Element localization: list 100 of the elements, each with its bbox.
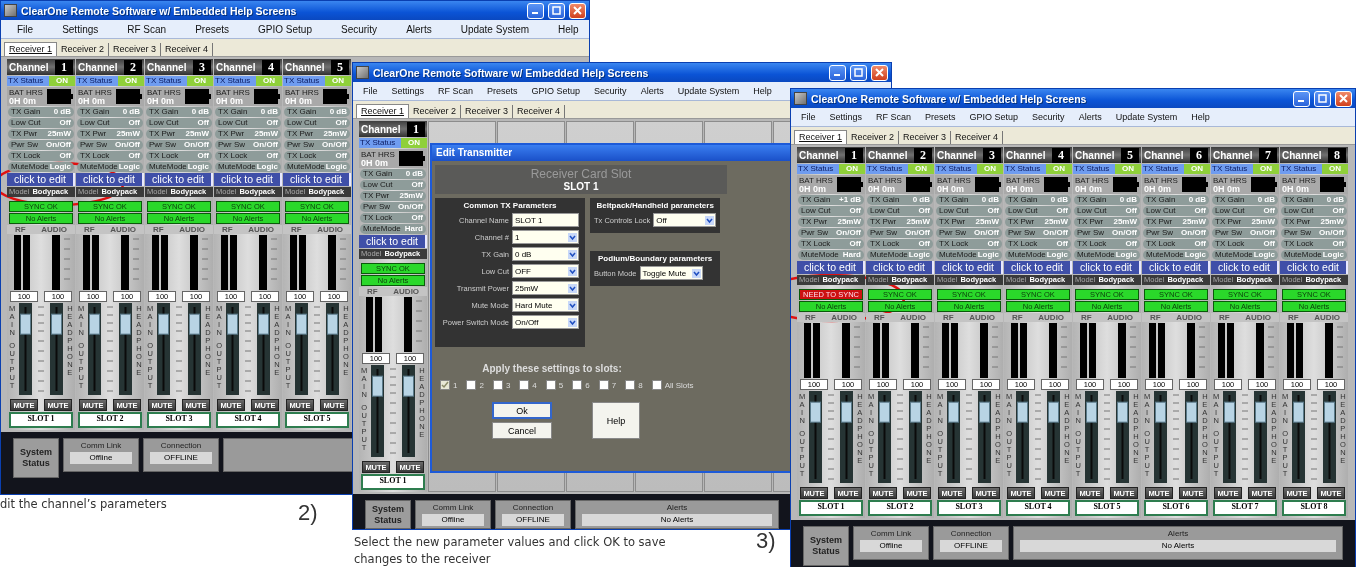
menu-item[interactable]: Security xyxy=(1032,112,1065,122)
fader-track[interactable] xyxy=(1291,391,1305,483)
fader-track[interactable] xyxy=(1047,391,1061,483)
fader-track[interactable] xyxy=(402,365,416,457)
fader-track[interactable] xyxy=(808,391,822,483)
dropdown-field[interactable]: 0 dB xyxy=(512,247,579,261)
menu-item[interactable]: Help xyxy=(1191,112,1210,122)
menu-item[interactable]: GPIO Setup xyxy=(969,112,1019,122)
tab[interactable]: Receiver 2 xyxy=(409,105,462,118)
tab[interactable]: Receiver 1 xyxy=(356,104,410,118)
dialog-button[interactable]: Cancel xyxy=(492,422,552,439)
menu-item[interactable]: Security xyxy=(341,23,378,35)
fader-thumb[interactable] xyxy=(1324,401,1336,423)
menu-item[interactable]: Presets xyxy=(195,23,230,35)
edit-button[interactable]: click to edit xyxy=(1280,261,1348,274)
help-button[interactable]: Help xyxy=(592,402,640,439)
tab[interactable]: Receiver 4 xyxy=(513,105,566,118)
checkbox[interactable] xyxy=(545,380,556,390)
fader-thumb[interactable] xyxy=(226,313,238,335)
fader-thumb[interactable] xyxy=(1016,401,1028,423)
fader-track[interactable] xyxy=(119,303,133,395)
edit-button[interactable]: click to edit xyxy=(283,173,351,186)
tab[interactable]: Receiver 1 xyxy=(794,130,848,144)
menu-item[interactable]: Security xyxy=(594,86,627,96)
fader-track[interactable] xyxy=(326,303,340,395)
fader-thumb[interactable] xyxy=(1223,401,1235,423)
edit-button[interactable]: click to edit xyxy=(1073,261,1141,274)
fader-thumb[interactable] xyxy=(1048,401,1060,423)
fader-track[interactable] xyxy=(1153,391,1167,483)
menu-item[interactable]: File xyxy=(17,23,34,35)
menu-item[interactable]: RF Scan xyxy=(127,23,167,35)
minimize-button[interactable] xyxy=(1293,90,1310,107)
fader-track[interactable] xyxy=(188,303,202,395)
dropdown-field[interactable]: 1 xyxy=(512,230,579,244)
menu-item[interactable]: Update System xyxy=(460,23,530,35)
fader-thumb[interactable] xyxy=(371,375,383,397)
fader-thumb[interactable] xyxy=(157,313,169,335)
fader-track[interactable] xyxy=(225,303,239,395)
fader-track[interactable] xyxy=(1015,391,1029,483)
fader-thumb[interactable] xyxy=(979,401,991,423)
menu-item[interactable]: Alerts xyxy=(1078,112,1102,122)
fader-thumb[interactable] xyxy=(51,313,63,335)
edit-button[interactable]: click to edit xyxy=(214,173,282,186)
fader-thumb[interactable] xyxy=(910,401,922,423)
fader-thumb[interactable] xyxy=(88,313,100,335)
fader-track[interactable] xyxy=(1254,391,1268,483)
fader-thumb[interactable] xyxy=(403,375,415,397)
fader-track[interactable] xyxy=(978,391,992,483)
fader-thumb[interactable] xyxy=(120,313,132,335)
menu-item[interactable]: Alerts xyxy=(640,86,664,96)
checkbox[interactable] xyxy=(466,380,477,390)
fader-thumb[interactable] xyxy=(19,313,31,335)
fader-track[interactable] xyxy=(294,303,308,395)
menu-item[interactable]: Settings xyxy=(829,112,863,122)
minimize-button[interactable] xyxy=(527,2,544,19)
fader-track[interactable] xyxy=(1116,391,1130,483)
fader-thumb[interactable] xyxy=(1255,401,1267,423)
checkbox[interactable] xyxy=(625,380,636,390)
menu-item[interactable]: File xyxy=(801,112,816,122)
fader-track[interactable] xyxy=(18,303,32,395)
checkbox[interactable] xyxy=(519,380,530,390)
edit-button[interactable]: click to edit xyxy=(866,261,934,274)
dropdown-field[interactable]: OFF xyxy=(512,264,579,278)
fader-track[interactable] xyxy=(877,391,891,483)
fader-thumb[interactable] xyxy=(878,401,890,423)
fader-track[interactable] xyxy=(1323,391,1337,483)
dropdown-field[interactable]: 25mW xyxy=(512,281,579,295)
menu-item[interactable]: Settings xyxy=(391,86,425,96)
dropdown-field[interactable]: Hard Mute xyxy=(512,298,579,312)
checkbox[interactable] xyxy=(572,380,583,390)
edit-button[interactable]: click to edit xyxy=(1142,261,1210,274)
fader-track[interactable] xyxy=(50,303,64,395)
minimize-button[interactable] xyxy=(829,64,846,81)
fader-thumb[interactable] xyxy=(1186,401,1198,423)
menu-item[interactable]: RF Scan xyxy=(876,112,912,122)
maximize-button[interactable] xyxy=(850,64,867,81)
dropdown-field[interactable]: Off xyxy=(653,213,717,227)
menu-item[interactable]: Help xyxy=(558,23,579,35)
menu-item[interactable]: Update System xyxy=(677,86,740,96)
fader-track[interactable] xyxy=(156,303,170,395)
close-button[interactable] xyxy=(1335,90,1352,107)
fader-thumb[interactable] xyxy=(1154,401,1166,423)
fader-track[interactable] xyxy=(370,365,384,457)
menu-item[interactable]: Help xyxy=(753,86,772,96)
fader-track[interactable] xyxy=(1185,391,1199,483)
edit-button[interactable]: click to edit xyxy=(935,261,1003,274)
menu-item[interactable]: Alerts xyxy=(406,23,432,35)
fader-thumb[interactable] xyxy=(841,401,853,423)
fader-thumb[interactable] xyxy=(1292,401,1304,423)
fader-thumb[interactable] xyxy=(1085,401,1097,423)
maximize-button[interactable] xyxy=(548,2,565,19)
fader-thumb[interactable] xyxy=(258,313,270,335)
menu-item[interactable]: GPIO Setup xyxy=(258,23,312,35)
dropdown-field[interactable]: On/Off xyxy=(512,315,579,329)
fader-thumb[interactable] xyxy=(809,401,821,423)
maximize-button[interactable] xyxy=(1314,90,1331,107)
menu-item[interactable]: Settings xyxy=(62,23,99,35)
fader-track[interactable] xyxy=(1222,391,1236,483)
tab[interactable]: Receiver 3 xyxy=(109,43,162,56)
fader-track[interactable] xyxy=(840,391,854,483)
